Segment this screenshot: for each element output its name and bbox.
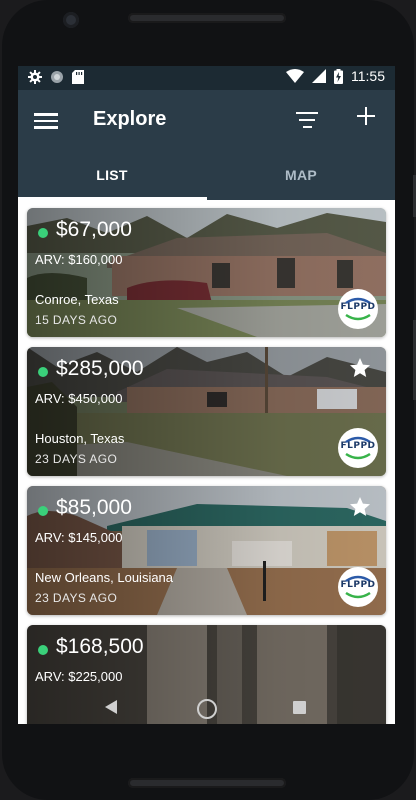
flppd-logo: FLPPD xyxy=(338,289,378,329)
listing-card[interactable]: $285,000 ARV: $450,000 Houston, Texas 23… xyxy=(27,347,386,476)
phone-frame: 11:55 Explore LIST MAP $67,000 ARV: $160… xyxy=(0,0,416,800)
page-title: Explore xyxy=(93,108,167,130)
active-status-dot xyxy=(38,506,48,516)
listing-location: Conroe, Texas xyxy=(35,292,119,307)
battery-charging-icon xyxy=(334,68,343,84)
circle-icon xyxy=(51,71,63,83)
tab-list[interactable]: LIST xyxy=(18,150,206,200)
listing-price: $85,000 xyxy=(56,496,132,519)
bottom-speaker xyxy=(128,778,286,788)
listing-card[interactable]: $67,000 ARV: $160,000 Conroe, Texas 15 D… xyxy=(27,208,386,337)
listing-arv: ARV: $160,000 xyxy=(35,252,123,267)
app-screen: 11:55 Explore LIST MAP $67,000 ARV: $160… xyxy=(18,66,395,724)
listing-price: $285,000 xyxy=(56,357,144,380)
listing-price: $67,000 xyxy=(56,218,132,241)
recents-icon[interactable] xyxy=(293,701,306,714)
gear-icon xyxy=(28,70,42,84)
listing-location: Houston, Texas xyxy=(35,431,125,446)
listing-posted: 15 DAYS AGO xyxy=(35,313,118,327)
listing-arv: ARV: $450,000 xyxy=(35,391,123,406)
plus-icon[interactable] xyxy=(356,106,376,126)
star-icon[interactable] xyxy=(348,495,372,519)
listing-card[interactable]: $85,000 ARV: $145,000 New Orleans, Louis… xyxy=(27,486,386,615)
listing-arv: ARV: $145,000 xyxy=(35,530,123,545)
flppd-logo: FLPPD xyxy=(338,567,378,607)
front-camera xyxy=(63,12,79,28)
sd-card-icon xyxy=(72,70,84,84)
app-bar: Explore xyxy=(18,90,395,150)
active-status-dot xyxy=(38,228,48,238)
listing-list[interactable]: $67,000 ARV: $160,000 Conroe, Texas 15 D… xyxy=(18,200,395,724)
listing-posted: 23 DAYS AGO xyxy=(35,591,118,605)
home-icon[interactable] xyxy=(197,699,217,719)
back-icon[interactable] xyxy=(105,700,117,714)
hamburger-menu-icon[interactable] xyxy=(34,110,58,130)
signal-icon xyxy=(312,69,326,83)
wifi-icon xyxy=(286,69,304,83)
active-status-dot xyxy=(38,367,48,377)
listing-location: New Orleans, Louisiana xyxy=(35,570,174,585)
status-time: 11:55 xyxy=(351,68,385,84)
listing-posted: 23 DAYS AGO xyxy=(35,452,118,466)
active-status-dot xyxy=(38,645,48,655)
status-bar: 11:55 xyxy=(18,66,395,90)
filter-icon[interactable] xyxy=(295,112,319,130)
tab-map[interactable]: MAP xyxy=(207,150,395,200)
tab-bar: LIST MAP xyxy=(18,150,395,200)
listing-arv: ARV: $225,000 xyxy=(35,669,123,684)
listing-price: $168,500 xyxy=(56,635,144,658)
flppd-logo: FLPPD xyxy=(338,428,378,468)
earpiece-speaker xyxy=(128,13,286,23)
star-icon[interactable] xyxy=(348,356,372,380)
